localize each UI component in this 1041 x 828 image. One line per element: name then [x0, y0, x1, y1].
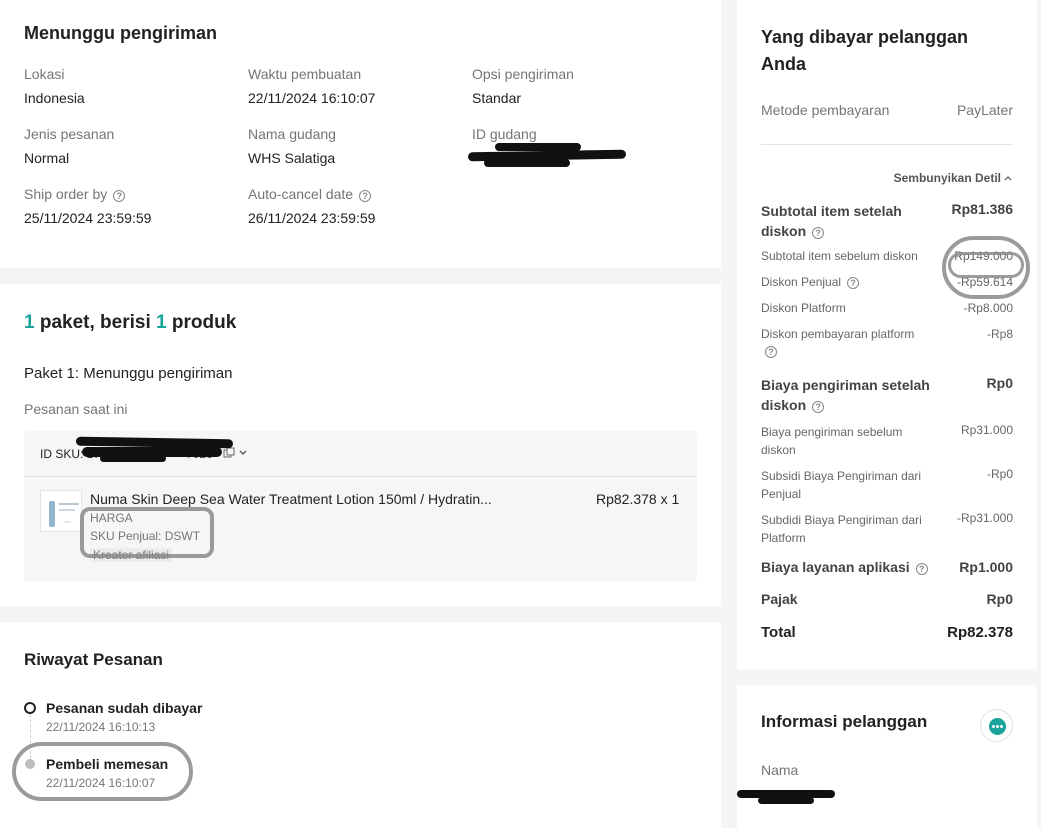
ship-order-by-text: Ship order by	[24, 186, 108, 202]
warehouse-name-value: WHS Salatiga	[248, 150, 336, 166]
created-time-label: Waktu pembuatan	[248, 66, 362, 82]
ship-order-by-label: Ship order by?	[24, 186, 126, 202]
payment-method-label: Metode pembayaran	[761, 102, 890, 118]
customer-name-label: Nama	[761, 762, 799, 778]
platform-subsidy-value: -Rp31.000	[956, 511, 1013, 525]
question-circle-icon[interactable]: ?	[847, 277, 860, 289]
tax-label: Pajak	[761, 591, 798, 607]
history-event-time: 22/11/2024 16:10:13	[46, 720, 156, 734]
seller-discount-label: Diskon Penjual?	[761, 275, 860, 289]
chevron-up-icon	[1004, 176, 1012, 181]
shipping-after-line2: diskon	[761, 397, 807, 413]
question-circle-icon[interactable]: ?	[359, 190, 372, 202]
hide-details-toggle[interactable]: Sembunyikan Detil	[860, 171, 1013, 185]
order-status-card: Menunggu pengiriman Lokasi Indonesia Wak…	[0, 0, 721, 268]
shipping-option-label: Opsi pengiriman	[472, 66, 574, 82]
created-time-value: 22/11/2024 16:10:07	[248, 90, 376, 106]
platform-payment-discount-value: -Rp8	[986, 327, 1013, 341]
platform-discount-value: -Rp8.000	[963, 301, 1013, 315]
shipping-before-line2: diskon	[761, 443, 796, 457]
customer-title: Informasi pelanggan	[761, 712, 928, 731]
package-summary-mid: paket, berisi	[34, 312, 157, 333]
platform-subsidy-label: Subdidi Biaya Pengiriman dari Platform	[761, 511, 922, 547]
product-price-qty: Rp82.378 x 1	[596, 491, 680, 507]
auto-cancel-text: Auto-cancel date	[248, 186, 354, 202]
tax-value: Rp0	[986, 591, 1013, 607]
package-count: 1	[24, 312, 35, 333]
chevron-down-icon[interactable]	[238, 448, 248, 458]
platform-subsidy-line2: Platform	[761, 531, 806, 545]
subtotal-after-value: Rp81.386	[951, 201, 1013, 217]
package-title: Paket 1: Menunggu pengiriman	[24, 365, 233, 382]
product-count: 1	[156, 312, 167, 333]
seller-subsidy-value: -Rp0	[986, 467, 1013, 481]
payment-title-line2: Anda	[761, 54, 806, 74]
question-circle-icon[interactable]: ?	[765, 346, 777, 358]
warehouse-id-label: ID gudang	[472, 126, 537, 142]
question-circle-icon[interactable]: ?	[113, 190, 126, 202]
location-label: Lokasi	[24, 66, 65, 82]
history-event-title: Pesanan sudah dibayar	[46, 700, 203, 716]
app-fee-text: Biaya layanan aplikasi	[761, 559, 910, 575]
seller-subsidy-line2: Penjual	[761, 487, 802, 501]
divider	[24, 476, 697, 477]
seller-subsidy-line1: Subsidi Biaya Pengiriman dari	[761, 469, 922, 483]
shipping-option-value: Standar	[472, 90, 522, 106]
auto-cancel-label: Auto-cancel date?	[248, 186, 372, 202]
product-name[interactable]: Numa Skin Deep Sea Water Treatment Lotio…	[90, 491, 492, 507]
divider	[761, 144, 1013, 145]
subtotal-after-line2: diskon	[761, 223, 807, 239]
payment-title-line1: Yang dibayar pelanggan	[761, 27, 969, 47]
shipping-before-label: Biaya pengiriman sebelum diskon	[761, 423, 902, 459]
shipping-before-line1: Biaya pengiriman sebelum	[761, 425, 903, 439]
location-value: Indonesia	[24, 90, 85, 106]
scribble-ring	[948, 252, 1024, 278]
payment-method-value: PayLater	[956, 102, 1013, 118]
payment-title: Yang dibayar pelanggan Anda	[761, 24, 968, 78]
order-type-label: Jenis pesanan	[24, 126, 115, 142]
platform-payment-discount-label: Diskon pembayaran platform	[761, 327, 915, 341]
current-order-label: Pesanan saat ini	[24, 401, 128, 417]
scribble-ring	[80, 507, 214, 558]
redaction-mark	[484, 159, 570, 167]
chat-button[interactable]	[980, 709, 1013, 742]
order-type-value: Normal	[24, 150, 70, 166]
total-label: Total	[761, 624, 796, 641]
seller-discount-text: Diskon Penjual	[761, 275, 842, 289]
copy-icon[interactable]	[223, 447, 235, 459]
app-fee-value: Rp1.000	[959, 559, 1013, 575]
scribble-ring	[12, 742, 193, 801]
customer-card	[737, 685, 1037, 828]
subtotal-before-label: Subtotal item sebelum diskon	[761, 249, 918, 263]
redaction-mark	[495, 143, 581, 151]
hide-details-label: Sembunyikan Detil	[893, 171, 1001, 185]
chat-bubble-icon	[989, 718, 1006, 735]
package-summary-end: produk	[166, 312, 237, 333]
warehouse-name-label: Nama gudang	[248, 126, 336, 142]
platform-subsidy-line1: Subdidi Biaya Pengiriman dari	[761, 513, 922, 527]
seller-subsidy-label: Subsidi Biaya Pengiriman dari Penjual	[761, 467, 921, 503]
question-circle-icon[interactable]: ?	[812, 401, 825, 413]
package-summary: 1 paket, berisi 1 produk	[24, 312, 236, 334]
question-circle-icon[interactable]: ?	[812, 227, 825, 239]
redaction-mark	[758, 797, 814, 804]
total-value: Rp82.378	[947, 624, 1013, 641]
history-title: Riwayat Pesanan	[24, 650, 163, 669]
platform-discount-label: Diskon Platform	[761, 301, 846, 315]
redaction-mark	[100, 455, 166, 462]
shipping-before-value: Rp31.000	[960, 423, 1013, 437]
shipping-after-value: Rp0	[986, 375, 1013, 391]
auto-cancel-value: 26/11/2024 23:59:59	[248, 210, 376, 226]
status-title: Menunggu pengiriman	[24, 23, 217, 43]
timeline-dot-active	[24, 702, 36, 714]
ship-order-by-value: 25/11/2024 23:59:59	[24, 210, 152, 226]
product-thumbnail[interactable]: ◦◦◦	[40, 490, 82, 532]
